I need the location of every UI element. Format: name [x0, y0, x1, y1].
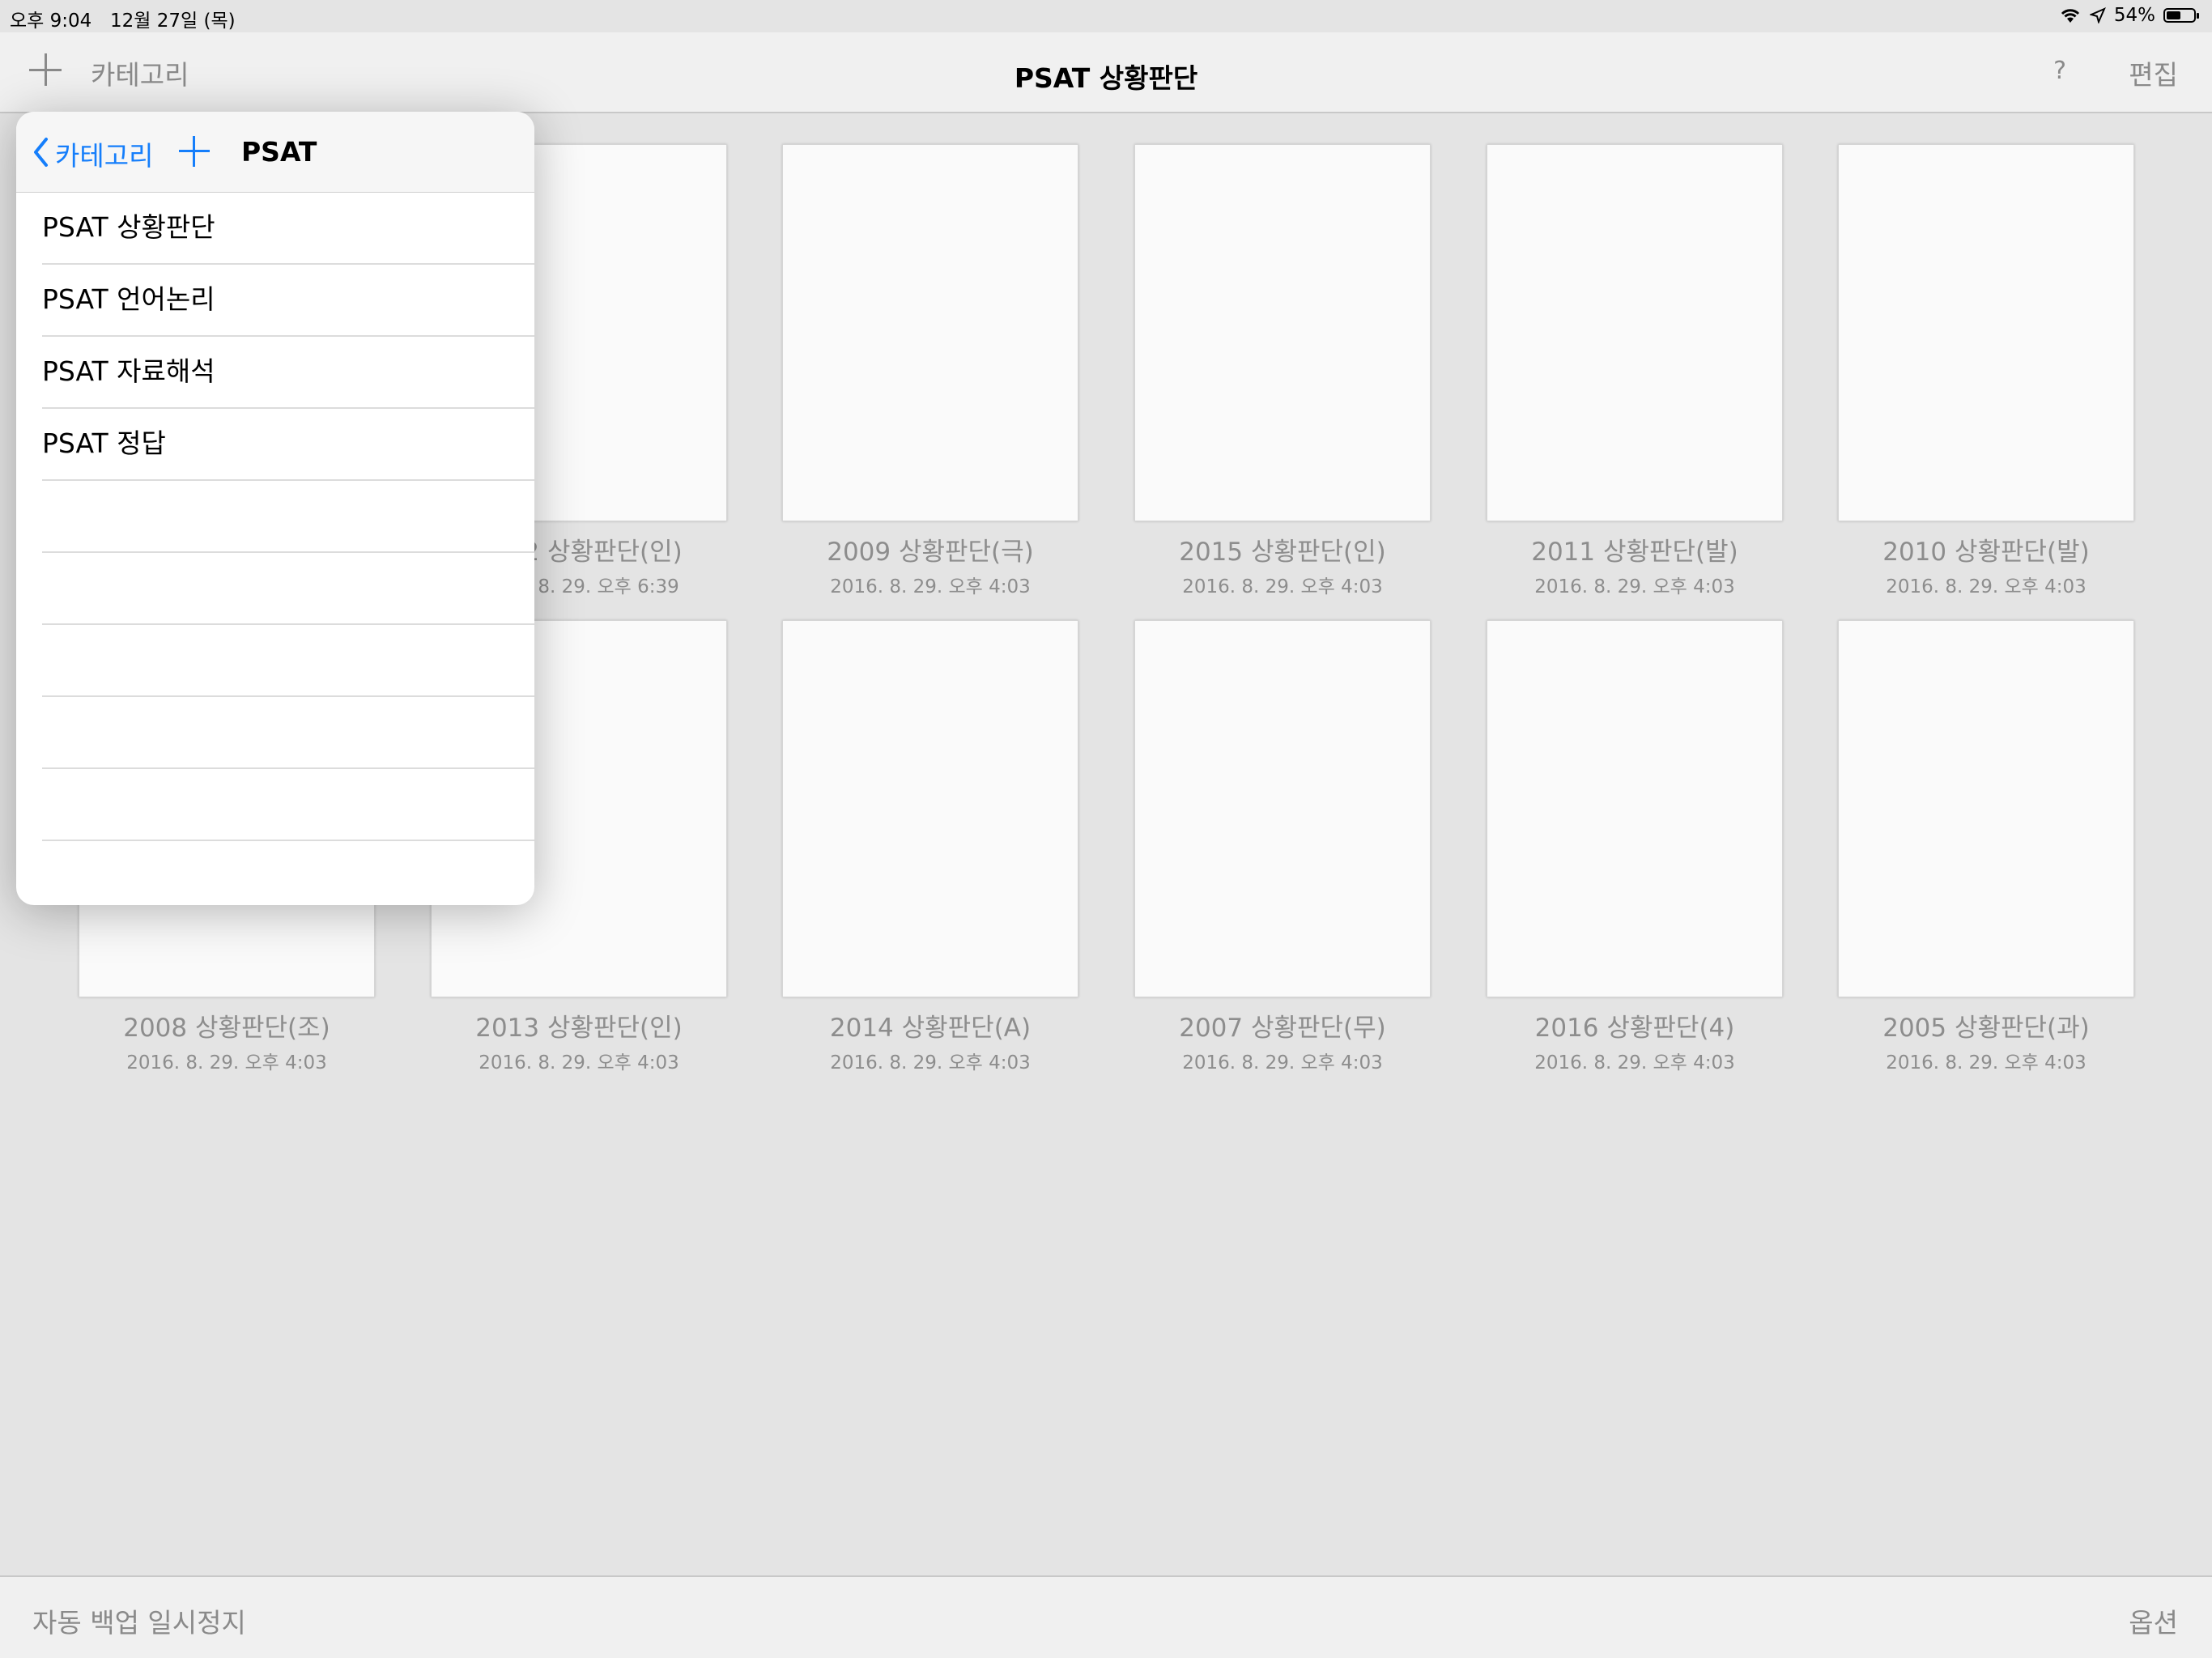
- page-title: PSAT 상황판단: [1014, 62, 1198, 94]
- auto-backup-pause-button[interactable]: 자동 백업 일시정지: [32, 1601, 246, 1640]
- document-title: 2008 상황판단(조): [123, 1014, 330, 1043]
- document-title: 2013 상황판단(인): [475, 1014, 683, 1043]
- document-thumbnail[interactable]: [1134, 144, 1431, 521]
- empty-list-row: [42, 697, 534, 769]
- document-item[interactable]: 2011 상황판단(발) 2016. 8. 29. 오후 4:03: [1487, 144, 1783, 598]
- chevron-left-icon[interactable]: [32, 137, 49, 168]
- popover-header: 카테고리 PSAT: [16, 112, 534, 193]
- document-date: 2016. 8. 29. 오후 4:03: [830, 1052, 1031, 1073]
- document-thumbnail[interactable]: [1134, 620, 1431, 997]
- document-title: 2015 상황판단(인): [1179, 538, 1386, 567]
- document-date: 2016. 8. 29. 오후 4:03: [1534, 1052, 1735, 1073]
- options-button[interactable]: 옵션: [2129, 1601, 2178, 1640]
- category-list-item[interactable]: PSAT 언어논리: [42, 265, 534, 337]
- category-popover: 카테고리 PSAT PSAT 상황판단 PSAT 언어논리 PSAT 자료해석 PSA…: [16, 112, 534, 905]
- document-title: 2010 상황판단(발): [1882, 538, 2090, 567]
- navigation-bar: 카테고리 PSAT 상황판단 ? 편집: [0, 32, 2212, 113]
- document-thumbnail[interactable]: [1487, 144, 1783, 521]
- document-title: 2011 상황판단(발): [1531, 538, 1738, 567]
- help-button[interactable]: ?: [2053, 57, 2066, 85]
- document-item[interactable]: 2005 상황판단(과) 2016. 8. 29. 오후 4:03: [1838, 620, 2134, 1074]
- document-date: 2016. 8. 29. 오후 4:03: [830, 576, 1031, 597]
- category-list: PSAT 상황판단 PSAT 언어논리 PSAT 자료해석 PSAT 정답: [42, 193, 534, 905]
- battery-percent: 54%: [2113, 5, 2155, 26]
- category-list-item[interactable]: PSAT 상황판단: [42, 193, 534, 265]
- document-thumbnail[interactable]: [1487, 620, 1783, 997]
- document-thumbnail[interactable]: [782, 620, 1078, 997]
- document-title: 2016 상황판단(4): [1534, 1014, 1735, 1043]
- add-category-icon[interactable]: [179, 136, 210, 167]
- back-button[interactable]: 카테고리: [55, 134, 153, 173]
- location-icon: [2089, 7, 2106, 23]
- empty-list-row: [42, 841, 534, 905]
- document-item[interactable]: 2007 상황판단(무) 2016. 8. 29. 오후 4:03: [1134, 620, 1431, 1074]
- document-thumbnail[interactable]: [782, 144, 1078, 521]
- document-date: 2016. 8. 29. 오후 4:03: [126, 1052, 327, 1073]
- document-thumbnail[interactable]: [1838, 620, 2134, 997]
- edit-button[interactable]: 편집: [2129, 53, 2178, 92]
- document-item[interactable]: 2016 상황판단(4) 2016. 8. 29. 오후 4:03: [1487, 620, 1783, 1074]
- popover-title: PSAT: [241, 136, 317, 168]
- document-date: 2016. 8. 29. 오후 4:03: [479, 1052, 679, 1073]
- status-bar: 오후 9:04 12월 27일 (목) 54%: [0, 0, 2212, 32]
- status-date: 12월 27일 (목): [110, 11, 236, 32]
- empty-list-row: [42, 481, 534, 553]
- battery-icon: [2163, 8, 2199, 23]
- bottom-toolbar: 자동 백업 일시정지 옵션: [0, 1575, 2212, 1658]
- empty-list-row: [42, 553, 534, 625]
- document-date: 2016. 8. 29. 오후 4:03: [1886, 1052, 2087, 1073]
- document-item[interactable]: 2009 상황판단(극) 2016. 8. 29. 오후 4:03: [782, 144, 1078, 598]
- document-date: 2016. 8. 29. 오후 4:03: [1182, 576, 1383, 597]
- category-list-item[interactable]: PSAT 정답: [42, 409, 534, 481]
- document-title: 2005 상황판단(과): [1882, 1014, 2090, 1043]
- document-date: 2016. 8. 29. 오후 4:03: [1534, 576, 1735, 597]
- battery-level: [2167, 11, 2181, 19]
- document-item[interactable]: 2010 상황판단(발) 2016. 8. 29. 오후 4:03: [1838, 144, 2134, 598]
- status-time: 오후 9:04: [10, 11, 92, 32]
- document-date: 2016. 8. 29. 오후 4:03: [1182, 1052, 1383, 1073]
- empty-list-row: [42, 625, 534, 697]
- document-title: 2014 상황판단(A): [829, 1014, 1032, 1043]
- status-indicators: 54%: [2059, 5, 2199, 26]
- document-thumbnail[interactable]: [1838, 144, 2134, 521]
- document-item[interactable]: 2015 상황판단(인) 2016. 8. 29. 오후 4:03: [1134, 144, 1431, 598]
- document-item[interactable]: 2014 상황판단(A) 2016. 8. 29. 오후 4:03: [782, 620, 1078, 1074]
- wifi-icon: [2061, 9, 2079, 23]
- document-date: 2016. 8. 29. 오후 4:03: [1886, 576, 2087, 597]
- empty-list-row: [42, 769, 534, 841]
- document-title: 2009 상황판단(극): [827, 538, 1034, 567]
- category-list-item[interactable]: PSAT 자료해석: [42, 337, 534, 409]
- document-title: 2007 상황판단(무): [1179, 1014, 1386, 1043]
